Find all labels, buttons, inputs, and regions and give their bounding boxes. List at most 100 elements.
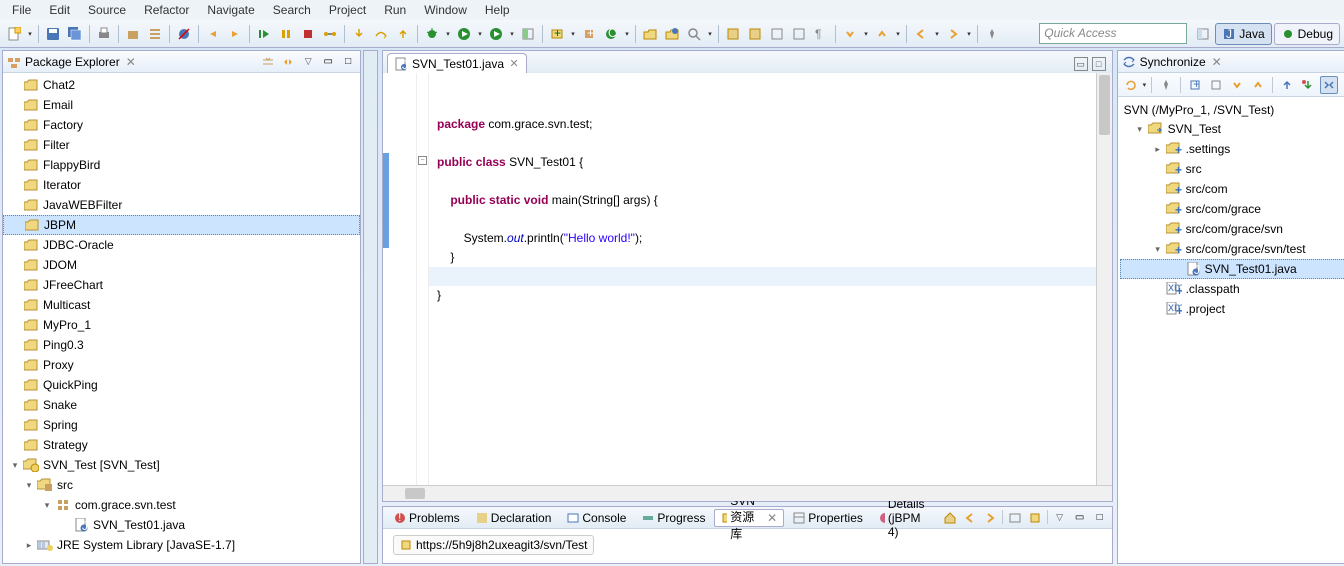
last-edit-button[interactable] [767,24,787,44]
run-dropdown[interactable]: ▾ [476,30,484,38]
coverage-button[interactable] [518,24,538,44]
new-button[interactable] [4,24,24,44]
step-into-button[interactable] [349,24,369,44]
svn-repo-url[interactable]: https://5h9j8h2uxeagit3/svn/Test [393,535,594,555]
svn-forward-button[interactable] [982,510,998,526]
undo-button[interactable] [203,24,223,44]
menu-project[interactable]: Project [321,1,374,19]
fold-toggle[interactable]: − [418,156,427,165]
tree-item[interactable]: Iterator [3,175,360,195]
debug-button[interactable] [422,24,442,44]
save-button[interactable] [43,24,63,44]
tab-problems[interactable]: !Problems [387,509,467,527]
annotation-next-button[interactable] [745,24,765,44]
disconnect-button[interactable] [320,24,340,44]
sync-pin-button[interactable] [1157,76,1175,94]
prev-annotation-button[interactable] [872,24,892,44]
editor-hscrollbar[interactable] [383,485,1112,501]
new-dropdown[interactable]: ▾ [26,30,34,38]
view-menu-button[interactable]: ▽ [300,54,316,70]
tab-svn-close[interactable]: ✕ [767,511,777,525]
tab-svn-repository[interactable]: SVN 资源库✕ [714,509,784,527]
sync-tree-item[interactable]: +src/com [1120,179,1344,199]
quick-access-input[interactable]: Quick Access [1039,23,1187,44]
tab-details[interactable]: Details (jBPM 4) [872,509,938,527]
sync-refresh-button[interactable] [1122,76,1140,94]
tree-item[interactable]: ▾SVN_Test [SVN_Test] [3,455,360,475]
tree-item[interactable]: MyPro_1 [3,315,360,335]
editor-tab[interactable]: J SVN_Test01.java ✕ [387,53,527,73]
prev-annotation-dropdown[interactable]: ▾ [894,30,902,38]
menu-refactor[interactable]: Refactor [136,1,197,19]
tree-item[interactable]: JDBC-Oracle [3,235,360,255]
open-type-button[interactable] [640,24,660,44]
new-java-project-button[interactable]: + [547,24,567,44]
step-return-button[interactable] [393,24,413,44]
resume-button[interactable] [254,24,274,44]
sync-tree-item[interactable]: xml+.classpath [1120,279,1344,299]
sync-down-button[interactable] [1228,76,1246,94]
sync-tree-item[interactable]: ▾+src/com/grace/svn/test [1120,239,1344,259]
bottom-view-menu[interactable]: ▽ [1052,510,1068,526]
sync-commit-button[interactable] [1299,76,1317,94]
terminate-button[interactable] [298,24,318,44]
tree-item[interactable]: Factory [3,115,360,135]
svn-refresh-button[interactable] [1007,510,1023,526]
tree-item[interactable]: ▾com.grace.svn.test [3,495,360,515]
tree-item[interactable]: Multicast [3,295,360,315]
next-annotation-dropdown[interactable]: ▾ [862,30,870,38]
new-package-button[interactable]: + [579,24,599,44]
tree-item[interactable]: JavaWEBFilter [3,195,360,215]
svn-back-button[interactable] [962,510,978,526]
collapse-all-button[interactable] [260,54,276,70]
tree-item[interactable]: Spring [3,415,360,435]
tree-item[interactable]: Proxy [3,355,360,375]
sync-incoming-button[interactable]: + [1186,76,1204,94]
editor-tab-close[interactable]: ✕ [508,58,520,70]
menu-search[interactable]: Search [265,1,319,19]
link-editor-button[interactable] [280,54,296,70]
search-button[interactable] [684,24,704,44]
sync-outgoing-button[interactable] [1207,76,1225,94]
build-button[interactable] [123,24,143,44]
menu-edit[interactable]: Edit [41,1,78,19]
forward-button[interactable] [943,24,963,44]
sync-update-button[interactable] [1278,76,1296,94]
tree-item[interactable]: ▾src [3,475,360,495]
tree-item[interactable]: JSVN_Test01.java [3,515,360,535]
sync-tree-item[interactable]: +src/com/grace [1120,199,1344,219]
tree-item[interactable]: ▸JRE System Library [JavaSE-1.7] [3,535,360,555]
perspective-debug[interactable]: Debug [1274,23,1340,45]
annotation-prev-button[interactable] [723,24,743,44]
editor-minimize-button[interactable]: ▭ [1074,57,1088,71]
sync-tree-item[interactable]: +src/com/grace/svn [1120,219,1344,239]
bottom-maximize-button[interactable]: □ [1092,510,1108,526]
menu-source[interactable]: Source [80,1,134,19]
menu-window[interactable]: Window [416,1,475,19]
menu-file[interactable]: File [4,1,39,19]
trim-stack-left[interactable] [363,50,378,564]
synchronize-tree[interactable]: ▾SVN_Test▸+.settings+src+src/com+src/com… [1120,119,1344,319]
tree-item[interactable]: Strategy [3,435,360,455]
tree-item[interactable]: FlappyBird [3,155,360,175]
tree-item[interactable]: JFreeChart [3,275,360,295]
sync-tree-item[interactable]: +src [1120,159,1344,179]
toggle-mark-button[interactable] [789,24,809,44]
sync-tree-item[interactable]: JSVN_Test01.java [1120,259,1344,279]
pin-button[interactable] [982,24,1002,44]
menu-run[interactable]: Run [376,1,414,19]
tab-progress[interactable]: Progress [635,509,712,527]
forward-dropdown[interactable]: ▾ [965,30,973,38]
menu-navigate[interactable]: Navigate [199,1,262,19]
new-project-dropdown[interactable]: ▾ [569,30,577,38]
tab-console[interactable]: Console [560,509,633,527]
skip-breakpoints-button[interactable] [174,24,194,44]
tab-declaration[interactable]: Declaration [469,509,559,527]
back-dropdown[interactable]: ▾ [933,30,941,38]
new-class-dropdown[interactable]: ▾ [623,30,631,38]
print-button[interactable] [94,24,114,44]
package-explorer-tree[interactable]: Chat2EmailFactoryFilterFlappyBirdIterato… [3,73,360,563]
bottom-minimize-button[interactable]: ▭ [1072,510,1088,526]
minimize-view-button[interactable]: ▭ [320,54,336,70]
show-whitespace-button[interactable]: ¶ [811,24,831,44]
